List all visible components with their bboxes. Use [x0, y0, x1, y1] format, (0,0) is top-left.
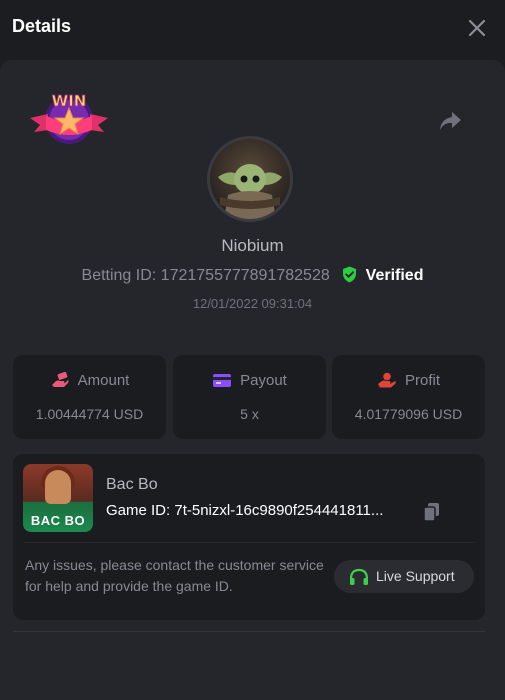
headset-icon — [349, 568, 369, 585]
live-support-label: Live Support — [376, 568, 455, 584]
amount-card: Amount 1.00444774 USD — [13, 355, 166, 439]
win-badge-text: WIN — [52, 92, 87, 110]
details-header: Details — [0, 0, 505, 58]
profit-hand-icon — [377, 372, 396, 388]
close-icon[interactable] — [467, 18, 487, 38]
thumbnail-dealer — [45, 470, 71, 504]
win-badge-icon: WIN — [30, 92, 108, 144]
game-thumbnail[interactable]: BAC BO — [23, 464, 93, 532]
payout-value: 5 x — [240, 406, 259, 422]
avatar — [207, 136, 293, 222]
bottom-divider — [13, 631, 485, 632]
help-text: Any issues, please contact the customer … — [25, 557, 324, 594]
profit-card: Profit 4.01779096 USD — [332, 355, 485, 439]
payout-label-row: Payout — [173, 372, 326, 389]
amount-hand-icon — [51, 371, 69, 387]
betting-id-value: 1721755777891782528 — [160, 267, 330, 284]
username: Niobium — [221, 236, 284, 255]
profit-label-row: Profit — [332, 372, 485, 389]
profit-value: 4.01779096 USD — [354, 406, 463, 422]
amount-label-row: Amount — [13, 371, 166, 389]
game-id-label: Game ID: — [106, 502, 171, 519]
copy-icon[interactable] — [423, 502, 441, 522]
share-icon[interactable] — [437, 108, 463, 134]
card-divider — [23, 542, 475, 543]
betting-id-label: Betting ID: — [81, 267, 157, 284]
game-id-value: 7t-5nizxl-16c9890f254441811... — [174, 502, 384, 519]
avatar-image — [218, 164, 282, 219]
page-title: Details — [12, 16, 72, 36]
betting-id-line: Betting ID: 1721755777891782528 Verified — [0, 266, 505, 285]
verified-shield-icon — [343, 266, 357, 283]
game-card: BAC BO Bac Bo Game ID: 7t-5nizxl-16c9890… — [13, 454, 485, 620]
payout-card: Payout 5 x — [173, 355, 326, 439]
amount-value: 1.00444774 USD — [35, 406, 144, 422]
game-name: Bac Bo — [106, 476, 158, 493]
bet-datetime: 12/01/2022 09:31:04 — [192, 296, 313, 311]
profit-label: Profit — [404, 372, 440, 389]
live-support-button[interactable]: Live Support — [334, 560, 474, 593]
game-id: Game ID: 7t-5nizxl-16c9890f254441811... — [106, 502, 416, 519]
payout-label: Payout — [240, 372, 287, 389]
amount-label: Amount — [77, 372, 130, 389]
payout-card-icon — [213, 374, 232, 387]
thumbnail-logo-text: BAC BO — [30, 513, 86, 528]
verified-label: Verified — [365, 267, 424, 284]
